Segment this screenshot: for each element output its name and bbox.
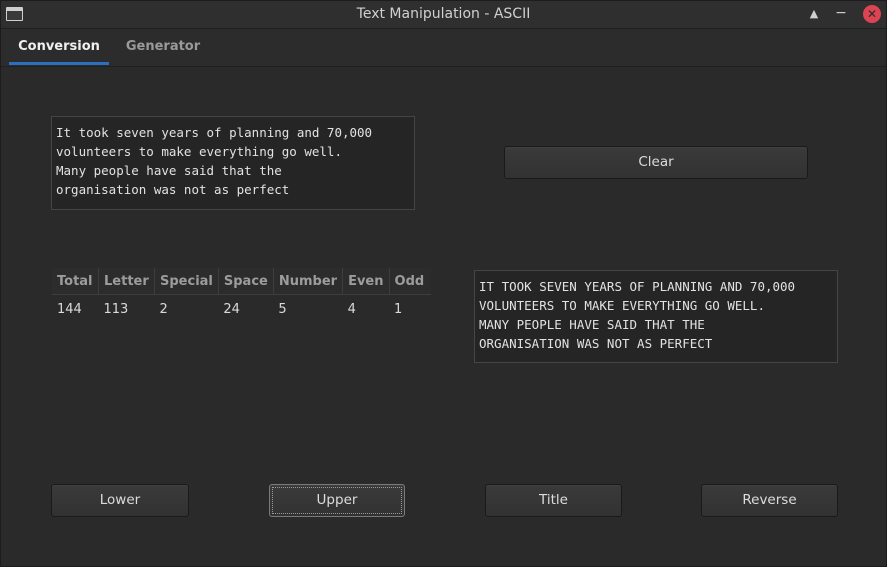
tab-generator[interactable]: Generator [115, 29, 211, 65]
shade-icon[interactable]: ▲ [805, 5, 823, 23]
clear-button[interactable]: Clear [504, 146, 808, 179]
window-title: Text Manipulation - ASCII [356, 6, 531, 22]
value-number: 5 [278, 301, 287, 317]
reverse-button[interactable]: Reverse [701, 484, 838, 517]
stats-header-row: Total Letter Special Space Number Even O… [52, 268, 431, 295]
value-even: 4 [347, 301, 356, 317]
header-space[interactable]: Space [218, 268, 274, 295]
title-button[interactable]: Title [485, 484, 622, 517]
output-text-area[interactable]: IT TOOK SEVEN YEARS OF PLANNING AND 70,0… [474, 270, 838, 363]
value-total: 144 [57, 301, 82, 317]
value-special: 2 [159, 301, 168, 317]
header-number[interactable]: Number [273, 268, 344, 295]
header-special[interactable]: Special [154, 268, 219, 295]
value-letter: 113 [103, 301, 129, 317]
value-space: 24 [223, 301, 240, 317]
value-odd: 1 [394, 301, 403, 317]
tab-conversion[interactable]: Conversion [9, 29, 109, 65]
minimize-icon[interactable]: − [832, 5, 850, 23]
lower-button[interactable]: Lower [51, 484, 189, 517]
tab-bar: Conversion Generator [1, 29, 886, 67]
title-bar[interactable]: Text Manipulation - ASCII ▲ − ✕ [1, 1, 886, 29]
header-total[interactable]: Total [52, 268, 99, 295]
input-text-area[interactable]: It took seven years of planning and 70,0… [51, 116, 415, 210]
header-even[interactable]: Even [342, 268, 390, 295]
upper-button[interactable]: Upper [269, 484, 405, 517]
header-letter[interactable]: Letter [98, 268, 155, 295]
header-odd[interactable]: Odd [389, 268, 431, 295]
app-window: Text Manipulation - ASCII ▲ − ✕ Conversi… [0, 0, 887, 567]
table-row[interactable]: 144 113 2 24 5 4 1 [52, 295, 431, 324]
close-icon[interactable]: ✕ [863, 5, 881, 23]
character-stats-table: Total Letter Special Space Number Even O… [52, 268, 431, 323]
